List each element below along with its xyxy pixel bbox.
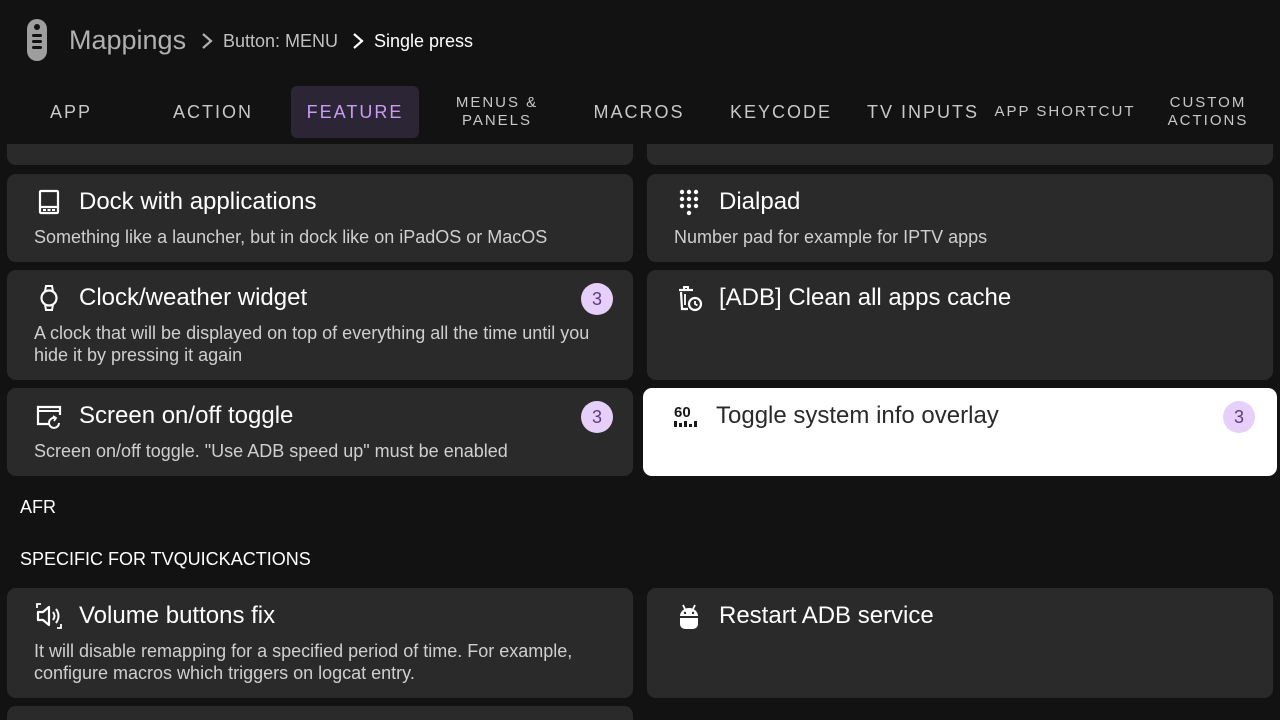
card-dock-with-applications[interactable]: Dock with applications Something like a …	[7, 174, 633, 262]
card-dialpad[interactable]: Dialpad Number pad for example for IPTV …	[647, 174, 1273, 262]
card-title: Toggle system info overlay	[716, 402, 999, 429]
card-screen-on-off-toggle[interactable]: Screen on/off toggle 3 Screen on/off tog…	[7, 388, 633, 476]
tab-tv-inputs[interactable]: TV INPUTS	[852, 86, 994, 138]
category-tabs: APP ACTION FEATURE MENUS & PANELS MACROS…	[0, 86, 1280, 138]
card-sleep-timer-partial[interactable]	[7, 144, 633, 165]
card-description: Number pad for example for IPTV apps	[674, 227, 988, 247]
card-description: Screen on/off toggle. "Use ADB speed up"…	[34, 441, 508, 461]
dock-icon	[38, 189, 60, 215]
card-next-partial[interactable]	[7, 706, 633, 720]
count-badge: 3	[1223, 401, 1255, 433]
tab-app[interactable]: APP	[0, 86, 142, 138]
card-restart-adb-service[interactable]: Restart ADB service	[647, 588, 1273, 698]
card-title: Volume buttons fix	[79, 602, 276, 629]
card-title: Screen on/off toggle	[79, 402, 294, 429]
android-icon	[680, 604, 698, 629]
card-screen-recorder-partial[interactable]	[647, 144, 1273, 165]
breadcrumb-mappings[interactable]: Mappings	[69, 24, 186, 56]
tab-macros[interactable]: MACROS	[568, 86, 710, 138]
card-title: Dialpad	[719, 188, 801, 215]
tab-keycode[interactable]: KEYCODE	[710, 86, 852, 138]
dialpad-icon	[679, 189, 699, 216]
tab-action[interactable]: ACTION	[142, 86, 284, 138]
count-badge: 3	[581, 401, 613, 433]
chevron-right-icon	[353, 33, 364, 49]
section-header-afr: AFR	[20, 497, 56, 517]
tab-feature[interactable]: FEATURE	[291, 86, 419, 138]
breadcrumb-button[interactable]: Button: MENU	[223, 30, 338, 52]
card-clock-weather-widget[interactable]: Clock/weather widget 3 A clock that will…	[7, 270, 633, 380]
card-title: Restart ADB service	[719, 602, 934, 629]
fps-overlay-icon: 60	[674, 404, 697, 427]
card-description: A clock that will be displayed on top of…	[34, 323, 590, 365]
tab-menus-panels[interactable]: MENUS & PANELS	[426, 86, 568, 138]
card-title: Clock/weather widget	[79, 284, 308, 311]
clean-cache-icon	[679, 286, 703, 312]
breadcrumb-current: Single press	[374, 31, 474, 51]
tab-custom-actions[interactable]: CUSTOM ACTIONS	[1136, 86, 1280, 138]
volume-icon	[36, 603, 62, 629]
tab-app-shortcut[interactable]: APP SHORTCUT	[994, 86, 1136, 138]
screen-toggle-icon	[36, 405, 62, 429]
app-header: Mappings Button: MENU Single press	[0, 0, 1280, 82]
card-adb-clean-cache[interactable]: [ADB] Clean all apps cache	[647, 270, 1273, 380]
svg-text:60: 60	[674, 404, 691, 421]
chevron-right-icon	[202, 33, 213, 49]
card-description: It will disable remapping for a specifie…	[34, 641, 573, 683]
card-volume-buttons-fix[interactable]: Volume buttons fix It will disable remap…	[7, 588, 633, 698]
card-description: Something like a launcher, but in dock l…	[34, 227, 548, 247]
card-title: Dock with applications	[79, 188, 317, 215]
watch-icon	[40, 285, 58, 311]
count-badge: 3	[581, 283, 613, 315]
card-toggle-system-info-overlay[interactable]: 60 Toggle system info overlay 3	[643, 388, 1277, 476]
card-title: [ADB] Clean all apps cache	[719, 284, 1012, 311]
remote-icon	[27, 19, 47, 61]
section-header-specific: SPECIFIC FOR TVQUICKACTIONS	[20, 549, 311, 569]
